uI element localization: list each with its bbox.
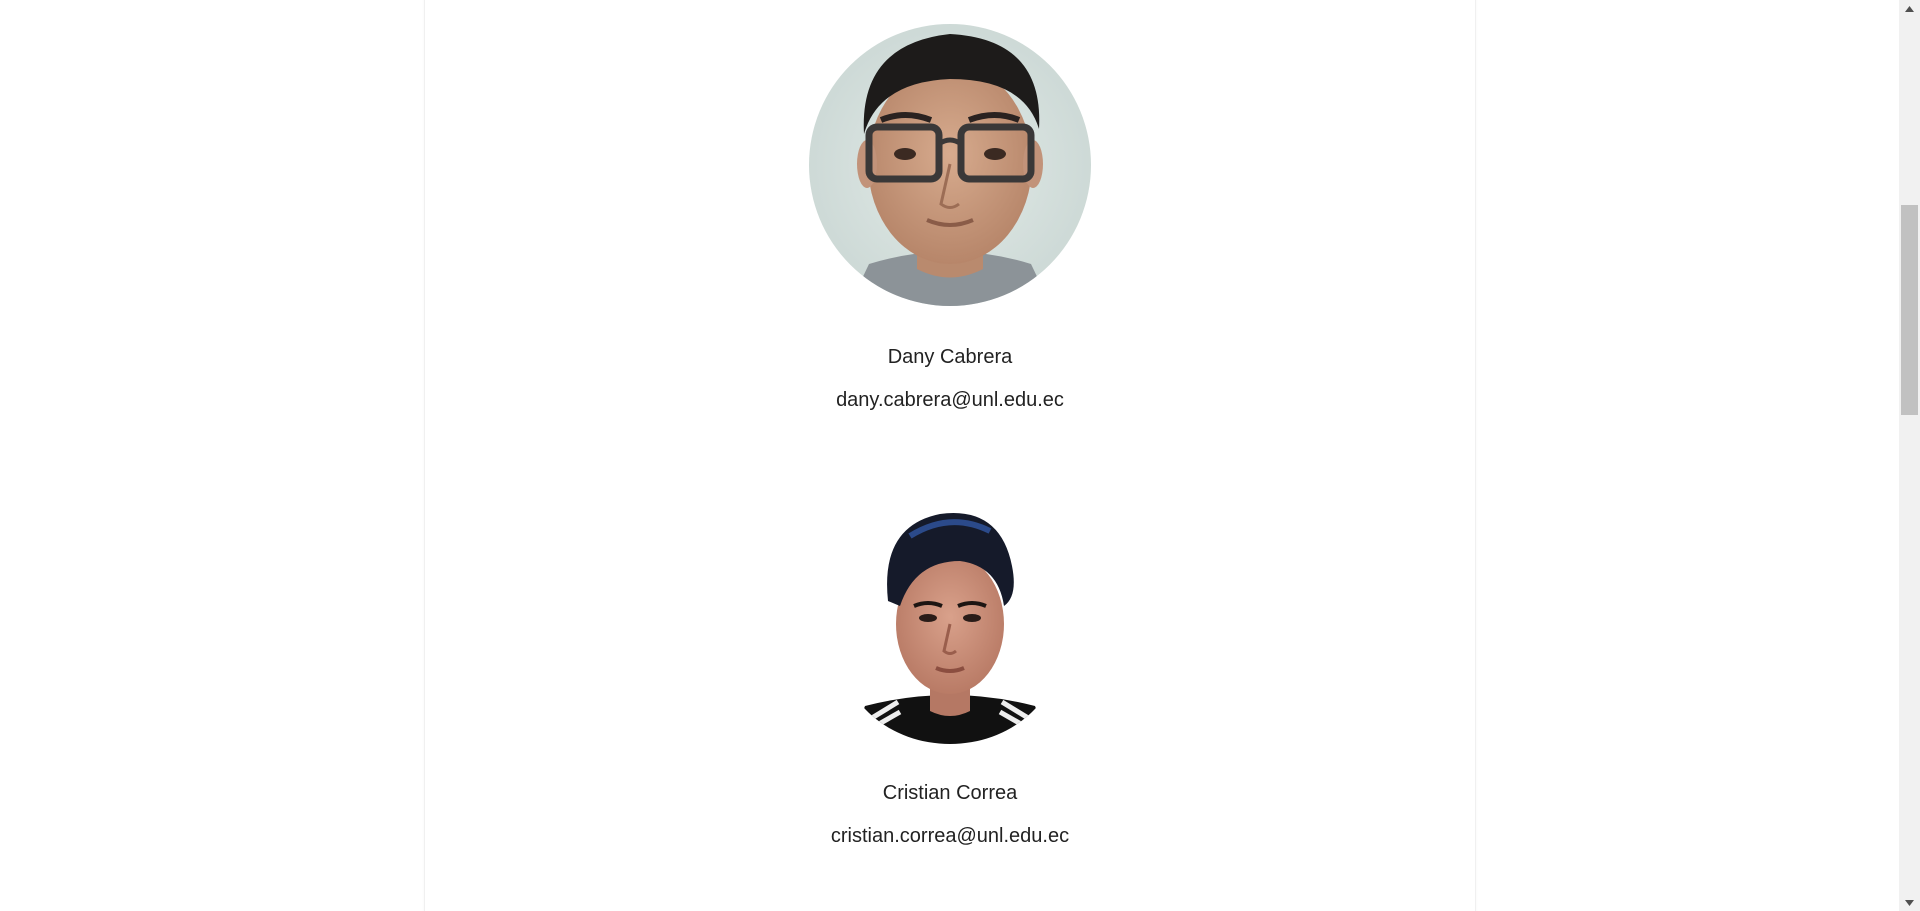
vertical-scrollbar[interactable]	[1899, 0, 1920, 911]
triangle-up-icon	[1905, 5, 1914, 12]
member-email: dany.cabrera@unl.edu.ec	[836, 389, 1064, 411]
team-member-card: Dany Cabrera dany.cabrera@unl.edu.ec	[425, 24, 1475, 413]
member-name: Cristian Correa	[882, 782, 1018, 804]
member-name: Dany Cabrera	[887, 346, 1013, 368]
team-member-card: Cristian Correa cristian.correa@unl.edu.…	[425, 506, 1475, 849]
member-email: cristian.correa@unl.edu.ec	[830, 825, 1070, 847]
triangle-down-icon	[1905, 899, 1914, 906]
scrollbar-thumb[interactable]	[1901, 205, 1918, 415]
scroll-down-button[interactable]	[1899, 894, 1920, 911]
scroll-up-button[interactable]	[1899, 0, 1920, 17]
avatar	[809, 24, 1091, 306]
avatar-photo-man-dark-hair	[840, 506, 1060, 744]
avatar	[840, 506, 1060, 744]
page-viewport: Dany Cabrera dany.cabrera@unl.edu.ec Cri…	[0, 0, 1899, 911]
avatar-photo-man-glasses	[809, 24, 1091, 306]
content-panel: Dany Cabrera dany.cabrera@unl.edu.ec Cri…	[424, 0, 1476, 911]
